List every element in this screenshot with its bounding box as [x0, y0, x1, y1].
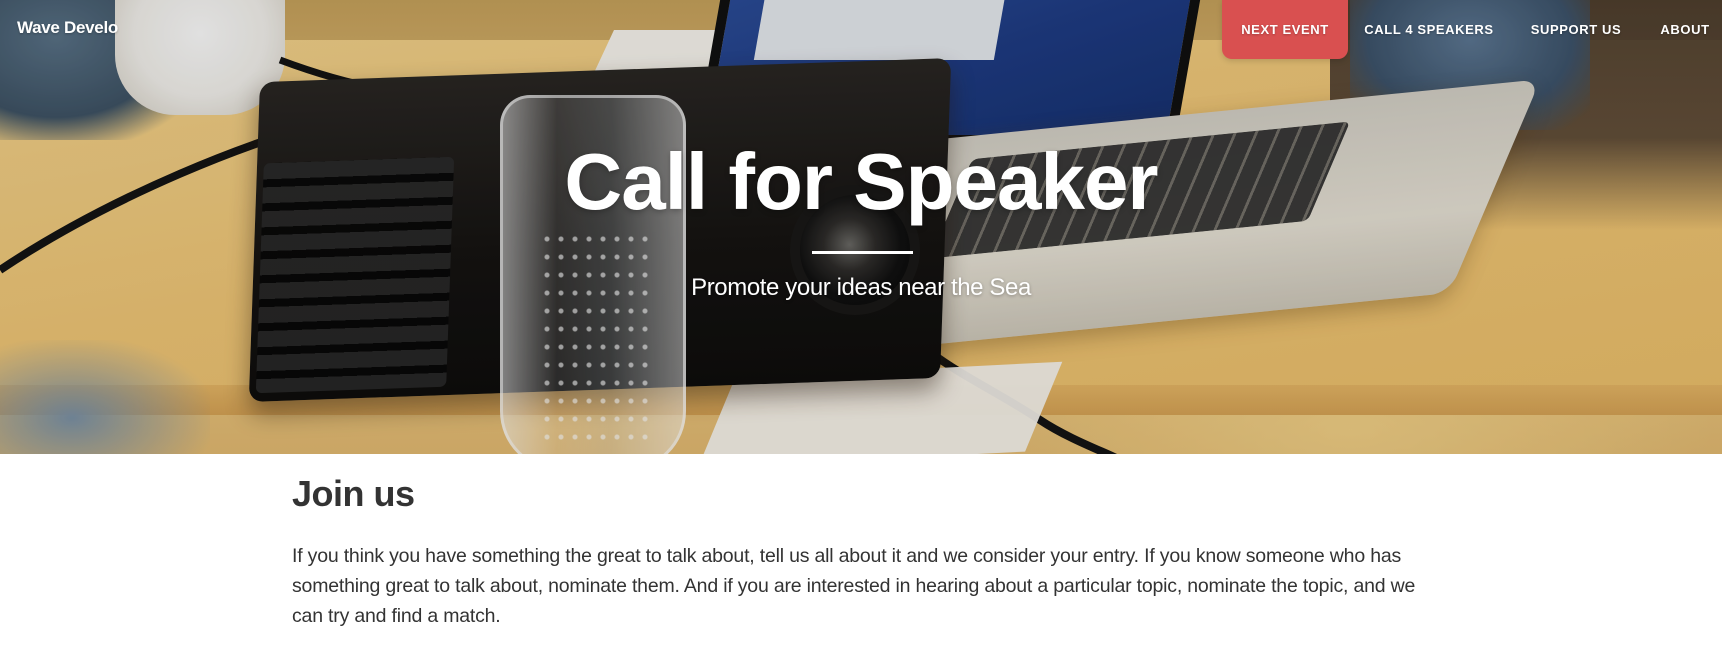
- hero-banner: Call for Speaker Promote your ideas near…: [0, 0, 1722, 454]
- hero-subtitle: Promote your ideas near the Sea: [691, 274, 1031, 301]
- nav-item-support-us[interactable]: SUPPORT US: [1531, 0, 1621, 59]
- join-heading: Join us: [292, 473, 415, 514]
- join-paragraph: If you think you have something the grea…: [292, 544, 1416, 627]
- top-nav: NEXT EVENT CALL 4 SPEAKERS SUPPORT US AB…: [0, 0, 1722, 60]
- nav-item-call-4-speakers[interactable]: CALL 4 SPEAKERS: [1364, 0, 1493, 59]
- nav-item-about[interactable]: ABOUT: [1660, 0, 1710, 59]
- hero-divider: [812, 251, 913, 254]
- join-section: Join us If you think you have something …: [292, 454, 1442, 631]
- hero-overlay: [0, 0, 1722, 454]
- nav-item-next-event[interactable]: NEXT EVENT: [1222, 0, 1348, 59]
- hero-title: Call for Speaker: [564, 137, 1158, 226]
